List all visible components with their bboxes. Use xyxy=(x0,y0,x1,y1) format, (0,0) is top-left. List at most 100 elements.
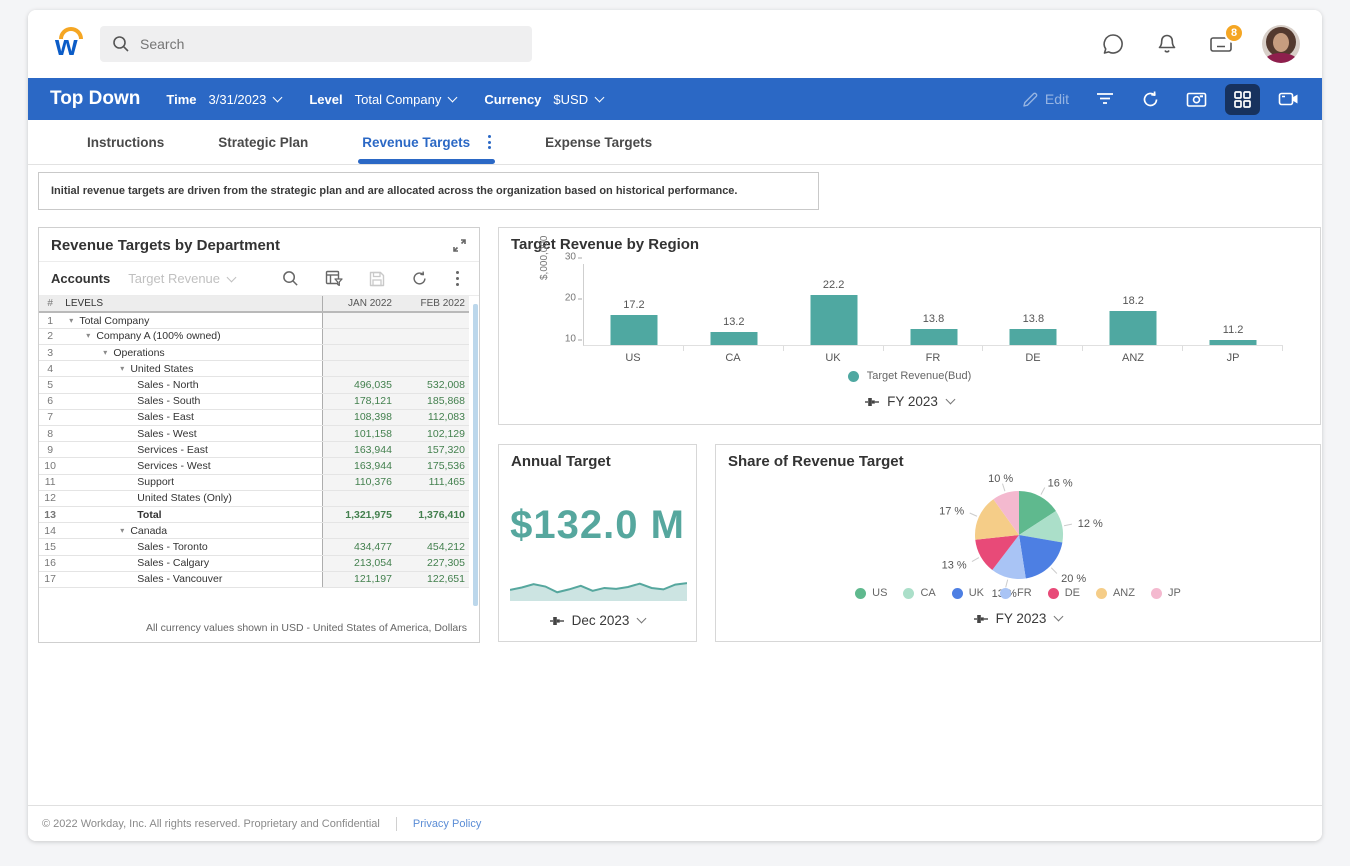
legend-item-ca[interactable]: CA xyxy=(903,587,935,599)
pie-chart[interactable]: 16 %12 %20 %13 %13 %17 %10 % xyxy=(839,451,1199,601)
legend-item-fr[interactable]: FR xyxy=(1000,587,1032,599)
table-row[interactable]: 1▾Total Company xyxy=(39,312,469,328)
row-label[interactable]: ▾United States xyxy=(61,361,323,377)
row-label[interactable]: United States (Only) xyxy=(61,490,323,506)
cell-feb[interactable] xyxy=(396,361,469,377)
cell-feb[interactable]: 185,868 xyxy=(396,393,469,409)
tab-instructions[interactable]: Instructions xyxy=(83,123,168,162)
cell-jan[interactable]: 163,944 xyxy=(323,442,396,458)
sheet-filter-icon[interactable] xyxy=(325,270,343,287)
row-label[interactable]: ▾Company A (100% owned) xyxy=(61,328,323,344)
cell-jan[interactable] xyxy=(323,328,396,344)
table-refresh-icon[interactable] xyxy=(411,270,428,287)
cell-jan[interactable] xyxy=(323,345,396,361)
table-row[interactable]: 12United States (Only) xyxy=(39,490,469,506)
tree-caret-icon[interactable]: ▾ xyxy=(120,364,124,373)
legend-item-us[interactable]: US xyxy=(855,587,887,599)
cell-feb[interactable] xyxy=(396,490,469,506)
table-row[interactable]: 3▾Operations xyxy=(39,345,469,361)
bar[interactable] xyxy=(1010,329,1057,345)
cell-feb[interactable]: 112,083 xyxy=(396,409,469,425)
cell-jan[interactable]: 101,158 xyxy=(323,426,396,442)
table-row[interactable]: 8Sales - West101,158102,129 xyxy=(39,426,469,442)
cell-jan[interactable]: 178,121 xyxy=(323,393,396,409)
table-row[interactable]: 13Total1,321,9751,376,410 xyxy=(39,506,469,522)
cell-feb[interactable] xyxy=(396,328,469,344)
expand-icon[interactable] xyxy=(452,238,467,253)
table-search-icon[interactable] xyxy=(282,270,299,287)
accounts-selector[interactable]: Accounts xyxy=(51,271,110,286)
table-row[interactable]: 2▾Company A (100% owned) xyxy=(39,328,469,344)
bar[interactable] xyxy=(610,315,657,345)
table-row[interactable]: 14▾Canada xyxy=(39,523,469,539)
row-label[interactable]: Sales - West xyxy=(61,426,323,442)
tab-revenue-targets[interactable]: Revenue Targets xyxy=(358,123,474,162)
tree-caret-icon[interactable]: ▾ xyxy=(86,331,90,340)
bar[interactable] xyxy=(810,295,857,345)
cell-jan[interactable]: 108,398 xyxy=(323,409,396,425)
grid-view-button[interactable] xyxy=(1225,84,1260,115)
table-kebab-icon[interactable] xyxy=(454,269,462,289)
col-header-levels[interactable]: LEVELS xyxy=(61,296,323,312)
bar[interactable] xyxy=(1210,340,1257,345)
legend-item-de[interactable]: DE xyxy=(1048,587,1080,599)
row-label[interactable]: Sales - Calgary xyxy=(61,555,323,571)
cell-feb[interactable]: 1,376,410 xyxy=(396,506,469,522)
cell-jan[interactable] xyxy=(323,490,396,506)
search-input[interactable] xyxy=(140,36,520,52)
privacy-policy-link[interactable]: Privacy Policy xyxy=(413,818,481,830)
cell-jan[interactable]: 496,035 xyxy=(323,377,396,393)
row-label[interactable]: Sales - East xyxy=(61,409,323,425)
pie-period-selector[interactable]: FY 2023 xyxy=(716,611,1320,626)
cell-feb[interactable]: 175,536 xyxy=(396,458,469,474)
table-scrollbar[interactable] xyxy=(473,304,478,606)
level-selector[interactable]: Total Company xyxy=(355,92,457,107)
currency-selector[interactable]: $USD xyxy=(553,92,603,107)
search-box[interactable] xyxy=(100,26,532,62)
cell-jan[interactable]: 163,944 xyxy=(323,458,396,474)
cell-jan[interactable]: 121,197 xyxy=(323,571,396,587)
inbox-tray-icon[interactable]: 8 xyxy=(1208,31,1234,57)
cell-feb[interactable]: 454,212 xyxy=(396,539,469,555)
tab-strategic-plan[interactable]: Strategic Plan xyxy=(214,123,312,162)
row-label[interactable]: Services - West xyxy=(61,458,323,474)
tree-caret-icon[interactable]: ▾ xyxy=(69,316,73,325)
bar[interactable] xyxy=(710,332,757,345)
row-label[interactable]: Support xyxy=(61,474,323,490)
tab-expense-targets[interactable]: Expense Targets xyxy=(541,123,656,162)
tree-caret-icon[interactable]: ▾ xyxy=(120,526,124,535)
table-row[interactable]: 4▾United States xyxy=(39,361,469,377)
cell-jan[interactable]: 1,321,975 xyxy=(323,506,396,522)
cell-jan[interactable] xyxy=(323,523,396,539)
table-row[interactable]: 16Sales - Calgary213,054227,305 xyxy=(39,555,469,571)
cell-feb[interactable]: 102,129 xyxy=(396,426,469,442)
cell-feb[interactable] xyxy=(396,345,469,361)
row-label[interactable]: Sales - South xyxy=(61,393,323,409)
row-label[interactable]: ▾Canada xyxy=(61,523,323,539)
tab-menu-kebab-icon[interactable] xyxy=(484,131,495,153)
cell-jan[interactable] xyxy=(323,361,396,377)
row-label[interactable]: Total xyxy=(61,506,323,522)
legend-item-jp[interactable]: JP xyxy=(1151,587,1181,599)
cell-feb[interactable]: 227,305 xyxy=(396,555,469,571)
edit-button[interactable]: Edit xyxy=(1014,85,1077,114)
tree-caret-icon[interactable]: ▾ xyxy=(103,348,107,357)
kpi-period-selector[interactable]: Dec 2023 xyxy=(499,613,696,628)
cell-feb[interactable]: 157,320 xyxy=(396,442,469,458)
col-header-num[interactable]: # xyxy=(39,296,61,312)
notifications-bell-icon[interactable] xyxy=(1154,31,1180,57)
bar-chart-legend[interactable]: Target Revenue(Bud) xyxy=(499,370,1320,382)
chat-icon[interactable] xyxy=(1100,31,1126,57)
save-icon[interactable] xyxy=(369,271,385,287)
cell-feb[interactable]: 532,008 xyxy=(396,377,469,393)
row-label[interactable]: ▾Operations xyxy=(61,345,323,361)
cell-jan[interactable]: 434,477 xyxy=(323,539,396,555)
table-row[interactable]: 6Sales - South178,121185,868 xyxy=(39,393,469,409)
cell-feb[interactable] xyxy=(396,312,469,328)
row-label[interactable]: Sales - Toronto xyxy=(61,539,323,555)
cell-jan[interactable] xyxy=(323,312,396,328)
cell-jan[interactable]: 213,054 xyxy=(323,555,396,571)
row-label[interactable]: Sales - North xyxy=(61,377,323,393)
col-header-feb[interactable]: FEB 2022 xyxy=(396,296,469,312)
table-row[interactable]: 15Sales - Toronto434,477454,212 xyxy=(39,539,469,555)
